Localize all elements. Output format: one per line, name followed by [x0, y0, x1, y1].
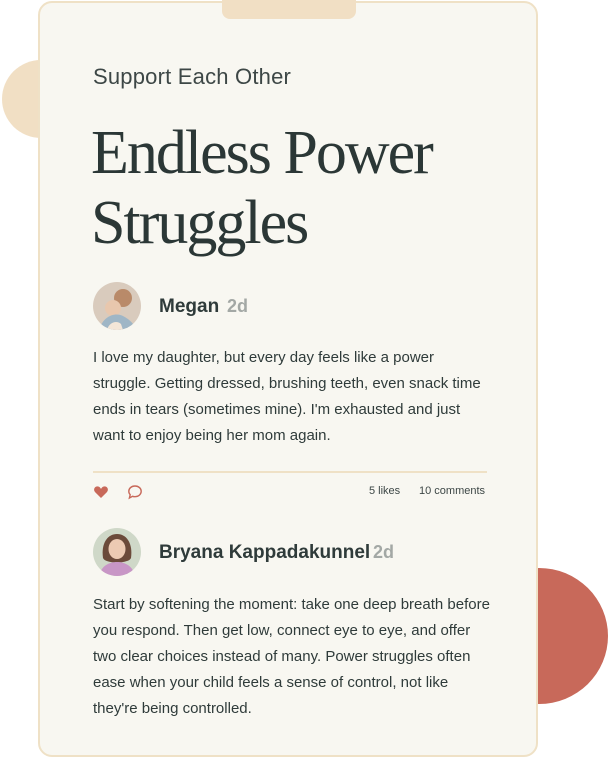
post-author[interactable]: Megan — [159, 296, 219, 318]
card-tab — [222, 0, 356, 19]
comments-count[interactable]: 10 comments — [419, 485, 485, 497]
heart-icon — [94, 486, 108, 498]
post-age: 2d — [227, 296, 249, 316]
post-body: I love my daughter, but every day feels … — [93, 349, 481, 444]
likes-count[interactable]: 5 likes — [369, 485, 400, 497]
reply-author[interactable]: Bryana Kappadakunnel — [159, 542, 370, 564]
section-eyebrow: Support Each Other — [93, 64, 292, 89]
reply-age: 2d — [373, 542, 395, 562]
reply-body: Start by softening the moment: take one … — [93, 596, 490, 717]
avatar-photo-megan — [93, 282, 141, 330]
comment-button[interactable] — [127, 484, 143, 500]
speech-bubble-icon — [128, 485, 142, 500]
post-title: Endless Power Struggles — [91, 119, 434, 257]
divider — [93, 471, 487, 473]
avatar[interactable] — [93, 282, 141, 330]
like-button[interactable] — [93, 484, 109, 500]
avatar[interactable] — [93, 528, 141, 576]
avatar-photo-bryana — [93, 528, 141, 576]
